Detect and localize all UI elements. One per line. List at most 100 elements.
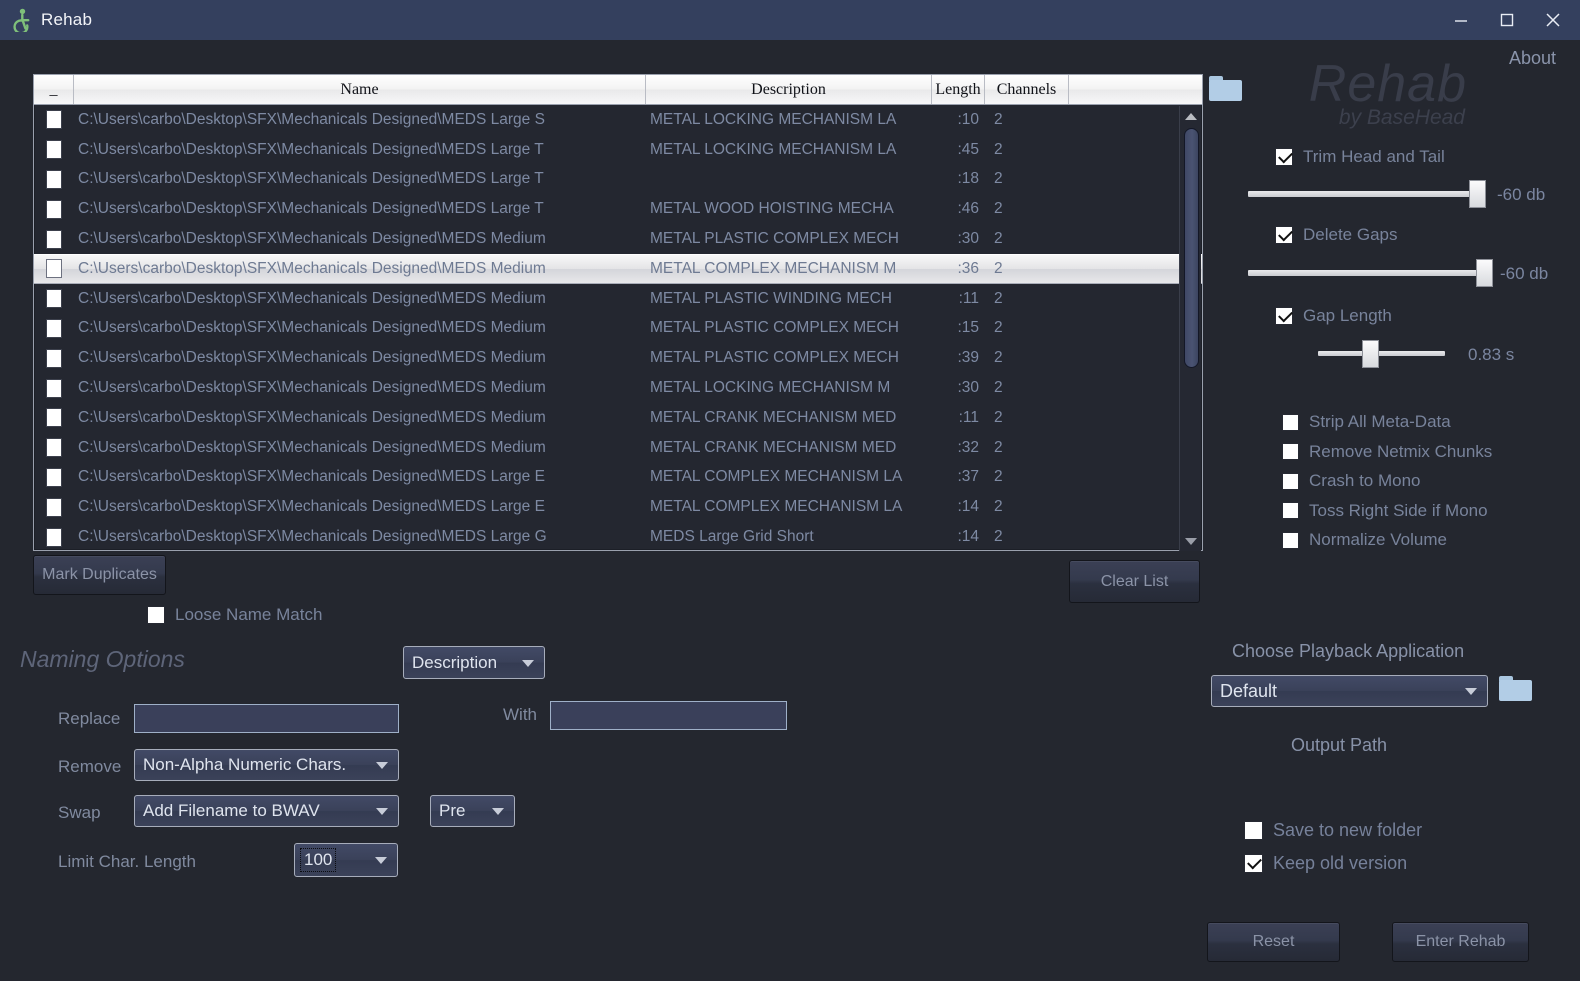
chevron-down-icon [522,659,534,667]
table-row[interactable]: C:\Users\carbo\Desktop\SFX\Mechanicals D… [34,433,1202,463]
processing-option-checkbox[interactable]: Toss Right Side if Mono [1282,501,1492,521]
row-checkbox[interactable] [34,169,74,189]
scroll-down-icon[interactable] [1180,531,1202,551]
minimize-button[interactable] [1438,0,1484,40]
row-channels: 2 [994,140,1003,158]
mark-duplicates-button[interactable]: Mark Duplicates [33,555,166,595]
scroll-up-icon[interactable] [1180,106,1202,126]
table-row[interactable]: C:\Users\carbo\Desktop\SFX\Mechanicals D… [34,403,1202,433]
column-header-name[interactable]: Name [74,75,646,104]
row-channels: 2 [994,528,1003,546]
table-row[interactable]: C:\Users\carbo\Desktop\SFX\Mechanicals D… [34,522,1202,551]
slider-track [1248,191,1486,197]
limit-char-length-label: Limit Char. Length [58,852,196,871]
target-field-dropdown[interactable]: Description [403,646,545,679]
row-length: :39 [957,349,979,367]
table-row[interactable]: C:\Users\carbo\Desktop\SFX\Mechanicals D… [34,463,1202,493]
processing-option-checkbox[interactable]: Normalize Volume [1282,530,1492,550]
file-list-body[interactable]: C:\Users\carbo\Desktop\SFX\Mechanicals D… [34,105,1202,551]
keep-old-version-checkbox[interactable]: Keep old version [1244,853,1407,874]
save-to-new-folder-checkbox[interactable]: Save to new folder [1244,820,1422,841]
column-header-channels[interactable]: Channels [985,75,1069,104]
file-list-scrollbar[interactable] [1179,106,1201,551]
row-checkbox[interactable] [34,438,74,458]
limit-char-length-dropdown[interactable]: 100 [294,843,398,877]
table-row[interactable]: C:\Users\carbo\Desktop\SFX\Mechanicals D… [34,194,1202,224]
table-row[interactable]: C:\Users\carbo\Desktop\SFX\Mechanicals D… [34,253,1202,284]
enter-rehab-button[interactable]: Enter Rehab [1392,922,1529,962]
table-row[interactable]: C:\Users\carbo\Desktop\SFX\Mechanicals D… [34,343,1202,373]
about-link[interactable]: About [1509,48,1556,69]
row-checkbox[interactable] [34,527,74,547]
delete-gaps-checkbox[interactable]: Delete Gaps [1275,225,1398,245]
row-checkbox[interactable] [34,259,74,279]
with-input[interactable] [550,701,787,730]
trim-head-tail-checkbox[interactable]: Trim Head and Tail [1275,147,1445,167]
swap-position-dropdown[interactable]: Pre [430,795,515,827]
row-checkbox[interactable] [34,229,74,249]
clear-list-button[interactable]: Clear List [1069,560,1200,603]
gap-length-label: Gap Length [1303,306,1392,325]
remove-dropdown[interactable]: Non-Alpha Numeric Chars. [134,749,399,781]
slider-track [1248,270,1493,276]
table-row[interactable]: C:\Users\carbo\Desktop\SFX\Mechanicals D… [34,284,1202,314]
column-header-description[interactable]: Description [646,75,932,104]
row-channels: 2 [994,200,1003,218]
processing-option-checkbox[interactable]: Crash to Mono [1282,471,1492,491]
replace-input[interactable] [134,704,399,733]
row-length: :18 [957,170,979,188]
table-row[interactable]: C:\Users\carbo\Desktop\SFX\Mechanicals D… [34,224,1202,254]
row-length: :11 [958,408,979,426]
row-name: C:\Users\carbo\Desktop\SFX\Mechanicals D… [78,259,546,277]
chevron-down-icon [492,808,504,815]
row-checkbox[interactable] [34,289,74,309]
close-button[interactable] [1530,0,1576,40]
processing-option-checkbox[interactable]: Strip All Meta-Data [1282,412,1492,432]
table-row[interactable]: C:\Users\carbo\Desktop\SFX\Mechanicals D… [34,165,1202,195]
table-row[interactable]: C:\Users\carbo\Desktop\SFX\Mechanicals D… [34,314,1202,344]
row-channels: 2 [994,110,1003,128]
table-row[interactable]: C:\Users\carbo\Desktop\SFX\Mechanicals D… [34,135,1202,165]
slider-knob[interactable] [1469,180,1486,208]
maximize-button[interactable] [1484,0,1530,40]
row-description: METAL PLASTIC COMPLEX MECH [650,319,899,337]
table-row[interactable]: C:\Users\carbo\Desktop\SFX\Mechanicals D… [34,105,1202,135]
row-channels: 2 [994,289,1003,307]
row-checkbox[interactable] [34,199,74,219]
gap-length-checkbox[interactable]: Gap Length [1275,306,1392,326]
row-checkbox[interactable] [34,318,74,338]
row-checkbox[interactable] [34,467,74,487]
loose-name-match-checkbox[interactable]: Loose Name Match [147,605,322,625]
add-folder-button[interactable] [1209,76,1242,101]
gap-length-slider[interactable] [1318,340,1445,368]
slider-knob[interactable] [1362,340,1379,368]
gap-length-value: 0.83 s [1468,345,1515,364]
trim-threshold-slider[interactable] [1248,180,1486,208]
row-description: METAL COMPLEX MECHANISM LA [650,498,903,516]
processing-option-checkbox[interactable]: Remove Netmix Chunks [1282,442,1492,462]
swap-dropdown[interactable]: Add Filename to BWAV [134,795,399,827]
playback-application-dropdown[interactable]: Default [1211,675,1488,707]
row-checkbox[interactable] [34,140,74,160]
row-checkbox[interactable] [34,378,74,398]
table-row[interactable]: C:\Users\carbo\Desktop\SFX\Mechanicals D… [34,492,1202,522]
column-header-spacer [1069,75,1202,104]
column-header-check[interactable]: _ [34,75,74,104]
reset-button[interactable]: Reset [1207,922,1340,962]
row-name: C:\Users\carbo\Desktop\SFX\Mechanicals D… [78,498,545,516]
swap-position-value: Pre [439,801,466,820]
slider-knob[interactable] [1476,259,1493,287]
title-bar: Rehab [0,0,1580,40]
row-checkbox[interactable] [34,110,74,130]
remove-label: Remove [58,757,122,776]
file-list[interactable]: _ Name Description Length Channels C:\Us… [33,74,1203,551]
row-checkbox[interactable] [34,408,74,428]
scrollbar-thumb[interactable] [1184,128,1199,368]
column-header-length[interactable]: Length [932,75,985,104]
table-row[interactable]: C:\Users\carbo\Desktop\SFX\Mechanicals D… [34,373,1202,403]
row-checkbox[interactable] [34,348,74,368]
delete-gaps-threshold-slider[interactable] [1248,259,1493,287]
checkbox-box [1282,413,1299,431]
trim-threshold-value: -60 db [1497,185,1546,204]
row-checkbox[interactable] [34,497,74,517]
